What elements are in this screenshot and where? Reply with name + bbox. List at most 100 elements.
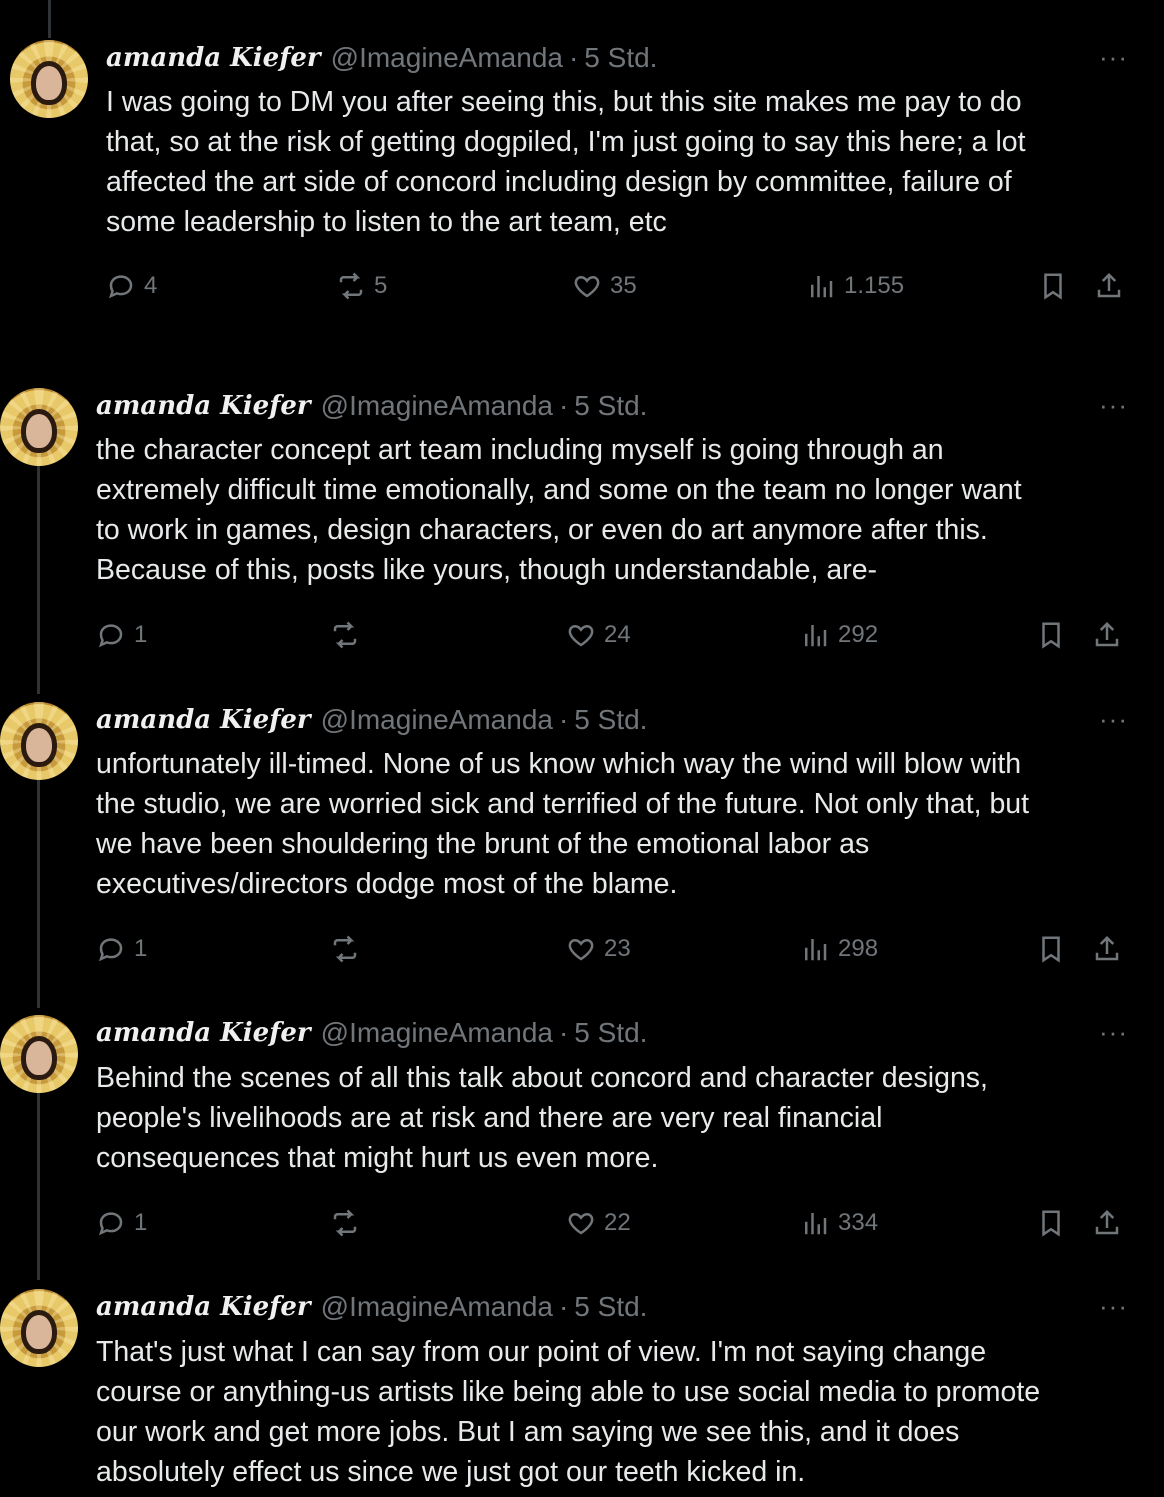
handle[interactable]: @ImagineAmanda (321, 1291, 553, 1323)
tweet-text: the character concept art team including… (96, 434, 1022, 586)
views-count: 334 (838, 1209, 879, 1236)
repost-icon (333, 1209, 357, 1237)
tweet-actions: 1 24 292 (0, 617, 1164, 653)
views-count: 292 (838, 621, 879, 648)
avatar[interactable] (0, 388, 78, 466)
handle[interactable]: @ImagineAmanda (321, 1017, 553, 1049)
bookmark-icon[interactable] (1036, 620, 1066, 650)
repost-icon (339, 272, 363, 300)
handle[interactable]: @ImagineAmanda (331, 42, 563, 74)
thread-line (37, 776, 40, 1008)
separator: · (568, 42, 579, 73)
display-name[interactable]: amanda Kiefer (96, 705, 311, 735)
views-count: 298 (838, 935, 879, 962)
handle[interactable]: @ImagineAmanda (321, 704, 553, 736)
reply-icon (98, 1212, 123, 1236)
avatar[interactable] (0, 1289, 78, 1367)
like-count: 23 (604, 935, 631, 962)
thread-line (48, 0, 51, 38)
reply-count: 4 (144, 272, 158, 299)
timestamp[interactable]: 5 Std. (584, 42, 657, 74)
tweet-text: That's just what I can say from our poin… (96, 1336, 1041, 1488)
reply-button[interactable]: 1 (96, 1208, 147, 1238)
separator: · (558, 1017, 569, 1048)
tweet-text: Behind the scenes of all this talk about… (96, 1062, 988, 1174)
separator: · (558, 1291, 569, 1322)
share-icon[interactable] (1092, 1208, 1122, 1238)
tweet-actions: 1 22 334 (0, 1205, 1164, 1241)
repost-button[interactable] (330, 1208, 368, 1238)
repost-count: 5 (374, 272, 388, 299)
bookmark-icon[interactable] (1038, 271, 1068, 301)
repost-button[interactable] (330, 934, 368, 964)
avatar[interactable] (10, 40, 88, 118)
like-count: 35 (610, 272, 637, 299)
avatar[interactable] (0, 1015, 78, 1093)
separator: · (558, 390, 569, 421)
reply-button[interactable]: 4 (106, 271, 157, 301)
timestamp[interactable]: 5 Std. (574, 390, 647, 422)
handle[interactable]: @ImagineAmanda (321, 390, 553, 422)
display-name[interactable]: amanda Kiefer (96, 391, 311, 421)
views-icon (805, 939, 827, 961)
heart-icon (568, 938, 594, 961)
tweet-actions: 1 23 298 (0, 931, 1164, 967)
tweet-header: amanda Kiefer @ImagineAmanda · 5 Std. (96, 1015, 647, 1051)
reply-icon (98, 938, 123, 962)
avatar[interactable] (0, 702, 78, 780)
share-icon[interactable] (1092, 620, 1122, 650)
more-options-icon[interactable]: ··· (1099, 390, 1128, 421)
more-options-icon[interactable]: ··· (1099, 1017, 1128, 1048)
timestamp[interactable]: 5 Std. (574, 704, 647, 736)
views-icon (805, 625, 827, 647)
like-button[interactable]: 22 (566, 1208, 631, 1238)
repost-button[interactable]: 5 (336, 271, 387, 301)
tweet-header: amanda Kiefer @ImagineAmanda · 5 Std. (96, 1289, 647, 1325)
heart-icon (568, 624, 594, 647)
views-button[interactable]: 1.155 (806, 271, 904, 301)
reply-icon (108, 275, 133, 299)
like-button[interactable]: 23 (566, 934, 631, 964)
reply-count: 1 (134, 935, 148, 962)
like-count: 22 (604, 1209, 631, 1236)
like-button[interactable]: 35 (572, 271, 637, 301)
reply-count: 1 (134, 1209, 148, 1236)
views-button[interactable]: 298 (800, 934, 878, 964)
like-button[interactable]: 24 (566, 620, 631, 650)
like-count: 24 (604, 621, 631, 648)
share-icon[interactable] (1092, 934, 1122, 964)
reply-count: 1 (134, 621, 148, 648)
repost-button[interactable] (330, 620, 368, 650)
views-button[interactable]: 292 (800, 620, 878, 650)
display-name[interactable]: amanda Kiefer (106, 43, 321, 73)
repost-icon (333, 935, 357, 963)
display-name[interactable]: amanda Kiefer (96, 1018, 311, 1048)
more-options-icon[interactable]: ··· (1099, 1291, 1128, 1322)
tweet-header: amanda Kiefer @ImagineAmanda · 5 Std. (106, 40, 657, 76)
views-icon (805, 1213, 827, 1235)
heart-icon (568, 1212, 594, 1235)
views-icon (811, 276, 833, 298)
timestamp[interactable]: 5 Std. (574, 1291, 647, 1323)
more-options-icon[interactable]: ··· (1099, 42, 1128, 73)
bookmark-icon[interactable] (1036, 1208, 1066, 1238)
bookmark-icon[interactable] (1036, 934, 1066, 964)
reply-button[interactable]: 1 (96, 934, 147, 964)
display-name[interactable]: amanda Kiefer (96, 1292, 311, 1322)
tweet-header: amanda Kiefer @ImagineAmanda · 5 Std. (96, 702, 647, 738)
thread-line (37, 462, 40, 694)
repost-icon (333, 621, 357, 649)
share-icon[interactable] (1094, 271, 1124, 301)
heart-icon (574, 275, 600, 298)
more-options-icon[interactable]: ··· (1099, 704, 1128, 735)
reply-icon (98, 624, 123, 648)
thread-line (37, 1090, 40, 1280)
tweet-header: amanda Kiefer @ImagineAmanda · 5 Std. (96, 388, 647, 424)
views-count: 1.155 (844, 272, 905, 299)
tweet-text: unfortunately ill-timed. None of us know… (96, 748, 1030, 900)
separator: · (558, 704, 569, 735)
timestamp[interactable]: 5 Std. (574, 1017, 647, 1049)
reply-button[interactable]: 1 (96, 620, 147, 650)
views-button[interactable]: 334 (800, 1208, 878, 1238)
tweet-text: I was going to DM you after seeing this,… (106, 86, 1026, 238)
